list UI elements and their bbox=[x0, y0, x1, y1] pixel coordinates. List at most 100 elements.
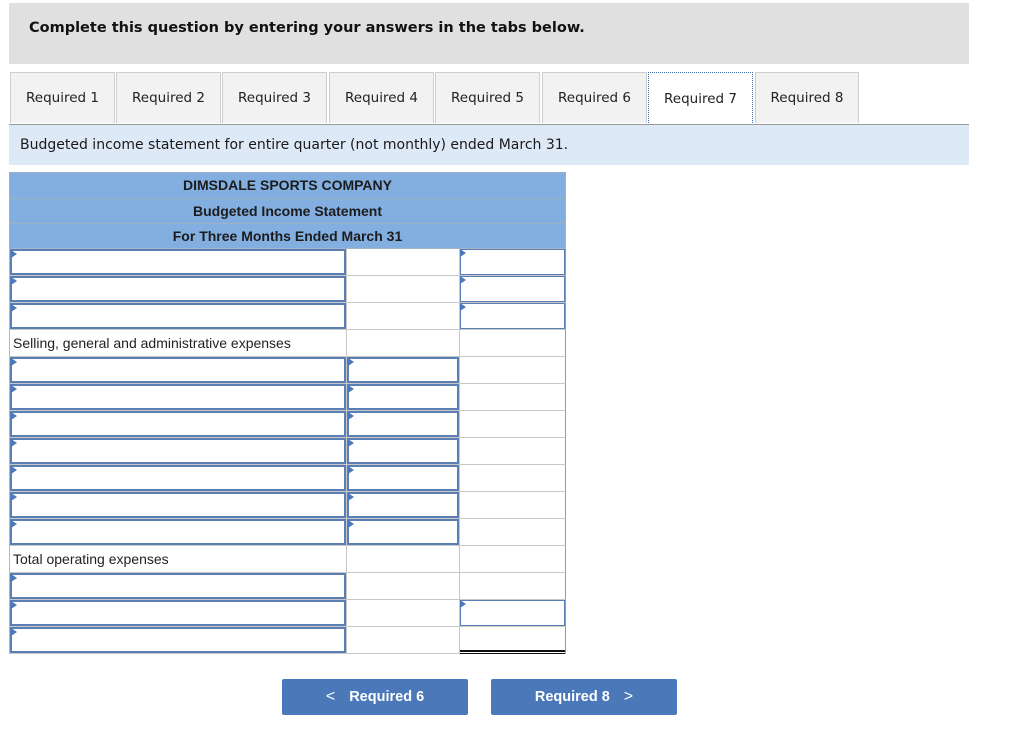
label-cell: Total operating expenses bbox=[9, 546, 347, 573]
statement-input-row bbox=[9, 492, 566, 519]
label-cell bbox=[9, 573, 347, 600]
label-cell bbox=[9, 303, 347, 330]
total-cell bbox=[460, 276, 566, 303]
row-label: Total operating expenses bbox=[13, 551, 169, 567]
amount-cell bbox=[347, 465, 460, 492]
statement-label-row: Selling, general and administrative expe… bbox=[9, 330, 566, 357]
amount-cell bbox=[347, 411, 460, 438]
statement-label-row: Total operating expenses bbox=[9, 546, 566, 573]
prev-tab-button[interactable]: < Required 6 bbox=[282, 679, 468, 715]
double-underline bbox=[460, 650, 565, 654]
label-cell bbox=[9, 249, 347, 276]
account-name-input[interactable] bbox=[10, 465, 346, 491]
statement-input-row bbox=[9, 276, 566, 303]
instruction-band: Budgeted income statement for entire qua… bbox=[9, 125, 969, 165]
statement-input-row bbox=[9, 384, 566, 411]
label-cell bbox=[9, 600, 347, 627]
total-cell bbox=[460, 357, 566, 384]
tab-required-4[interactable]: Required 4 bbox=[329, 72, 434, 123]
statement-input-row bbox=[9, 357, 566, 384]
amount-cell bbox=[347, 627, 460, 654]
total-cell bbox=[460, 573, 566, 600]
account-name-input[interactable] bbox=[10, 519, 346, 545]
total-input[interactable] bbox=[460, 303, 565, 329]
label-cell bbox=[9, 627, 347, 654]
tab-required-1[interactable]: Required 1 bbox=[10, 72, 115, 123]
instruction-text: Budgeted income statement for entire qua… bbox=[20, 137, 569, 153]
banner-text: Complete this question by entering your … bbox=[29, 20, 585, 36]
amount-input[interactable] bbox=[347, 492, 459, 518]
statement-input-row bbox=[9, 573, 566, 600]
amount-cell bbox=[347, 330, 460, 357]
chevron-right-icon: > bbox=[623, 688, 634, 705]
account-name-input[interactable] bbox=[10, 276, 346, 302]
account-name-input[interactable] bbox=[10, 600, 346, 626]
total-cell bbox=[460, 600, 566, 627]
amount-input[interactable] bbox=[347, 411, 459, 437]
total-cell bbox=[460, 465, 566, 492]
amount-input[interactable] bbox=[347, 438, 459, 464]
total-cell bbox=[460, 411, 566, 438]
account-name-input[interactable] bbox=[10, 384, 346, 410]
amount-cell bbox=[347, 303, 460, 330]
next-tab-button[interactable]: Required 8 > bbox=[491, 679, 677, 715]
statement-period: For Three Months Ended March 31 bbox=[9, 223, 566, 249]
chevron-left-icon: < bbox=[325, 688, 336, 705]
account-name-input[interactable] bbox=[10, 627, 346, 653]
account-name-input[interactable] bbox=[10, 357, 346, 383]
account-name-input[interactable] bbox=[10, 411, 346, 437]
statement-input-row bbox=[9, 411, 566, 438]
account-name-input[interactable] bbox=[10, 438, 346, 464]
prev-tab-label: Required 6 bbox=[349, 689, 425, 705]
amount-cell bbox=[347, 276, 460, 303]
label-cell: Selling, general and administrative expe… bbox=[9, 330, 347, 357]
amount-cell bbox=[347, 384, 460, 411]
row-label: Selling, general and administrative expe… bbox=[13, 335, 291, 351]
company-name: DIMSDALE SPORTS COMPANY bbox=[9, 172, 566, 199]
label-cell bbox=[9, 492, 347, 519]
tab-bar: Required 1 Required 2 Required 3 Require… bbox=[10, 72, 970, 125]
total-cell bbox=[460, 384, 566, 411]
statement-input-row bbox=[9, 627, 566, 654]
amount-cell bbox=[347, 357, 460, 384]
label-cell bbox=[9, 519, 347, 546]
total-input[interactable] bbox=[460, 249, 565, 275]
account-name-input[interactable] bbox=[10, 492, 346, 518]
label-cell bbox=[9, 411, 347, 438]
tab-required-7[interactable]: Required 7 bbox=[648, 72, 753, 125]
total-input[interactable] bbox=[460, 600, 565, 626]
total-cell bbox=[460, 546, 566, 573]
account-name-input[interactable] bbox=[10, 573, 346, 599]
statement-input-row bbox=[9, 465, 566, 492]
total-cell bbox=[460, 519, 566, 546]
statement-input-row bbox=[9, 303, 566, 330]
amount-input[interactable] bbox=[347, 465, 459, 491]
amount-input[interactable] bbox=[347, 519, 459, 545]
total-cell bbox=[460, 330, 566, 357]
total-cell bbox=[460, 249, 566, 276]
label-cell bbox=[9, 465, 347, 492]
label-cell bbox=[9, 357, 347, 384]
statement-rows: Selling, general and administrative expe… bbox=[9, 249, 566, 654]
amount-cell bbox=[347, 573, 460, 600]
amount-cell bbox=[347, 546, 460, 573]
total-input[interactable] bbox=[460, 276, 565, 302]
statement-input-row bbox=[9, 519, 566, 546]
statement-input-row bbox=[9, 438, 566, 465]
tab-required-2[interactable]: Required 2 bbox=[116, 72, 221, 123]
tab-required-8[interactable]: Required 8 bbox=[755, 72, 859, 123]
amount-cell bbox=[347, 438, 460, 465]
amount-cell bbox=[347, 249, 460, 276]
income-statement-table: DIMSDALE SPORTS COMPANY Budgeted Income … bbox=[9, 172, 566, 654]
amount-input[interactable] bbox=[347, 384, 459, 410]
tab-required-5[interactable]: Required 5 bbox=[435, 72, 540, 123]
tab-required-6[interactable]: Required 6 bbox=[542, 72, 647, 123]
amount-cell bbox=[347, 492, 460, 519]
total-cell bbox=[460, 492, 566, 519]
account-name-input[interactable] bbox=[10, 303, 346, 329]
amount-input[interactable] bbox=[347, 357, 459, 383]
total-cell bbox=[460, 438, 566, 465]
account-name-input[interactable] bbox=[10, 249, 346, 275]
total-cell bbox=[460, 303, 566, 330]
tab-required-3[interactable]: Required 3 bbox=[222, 72, 327, 123]
